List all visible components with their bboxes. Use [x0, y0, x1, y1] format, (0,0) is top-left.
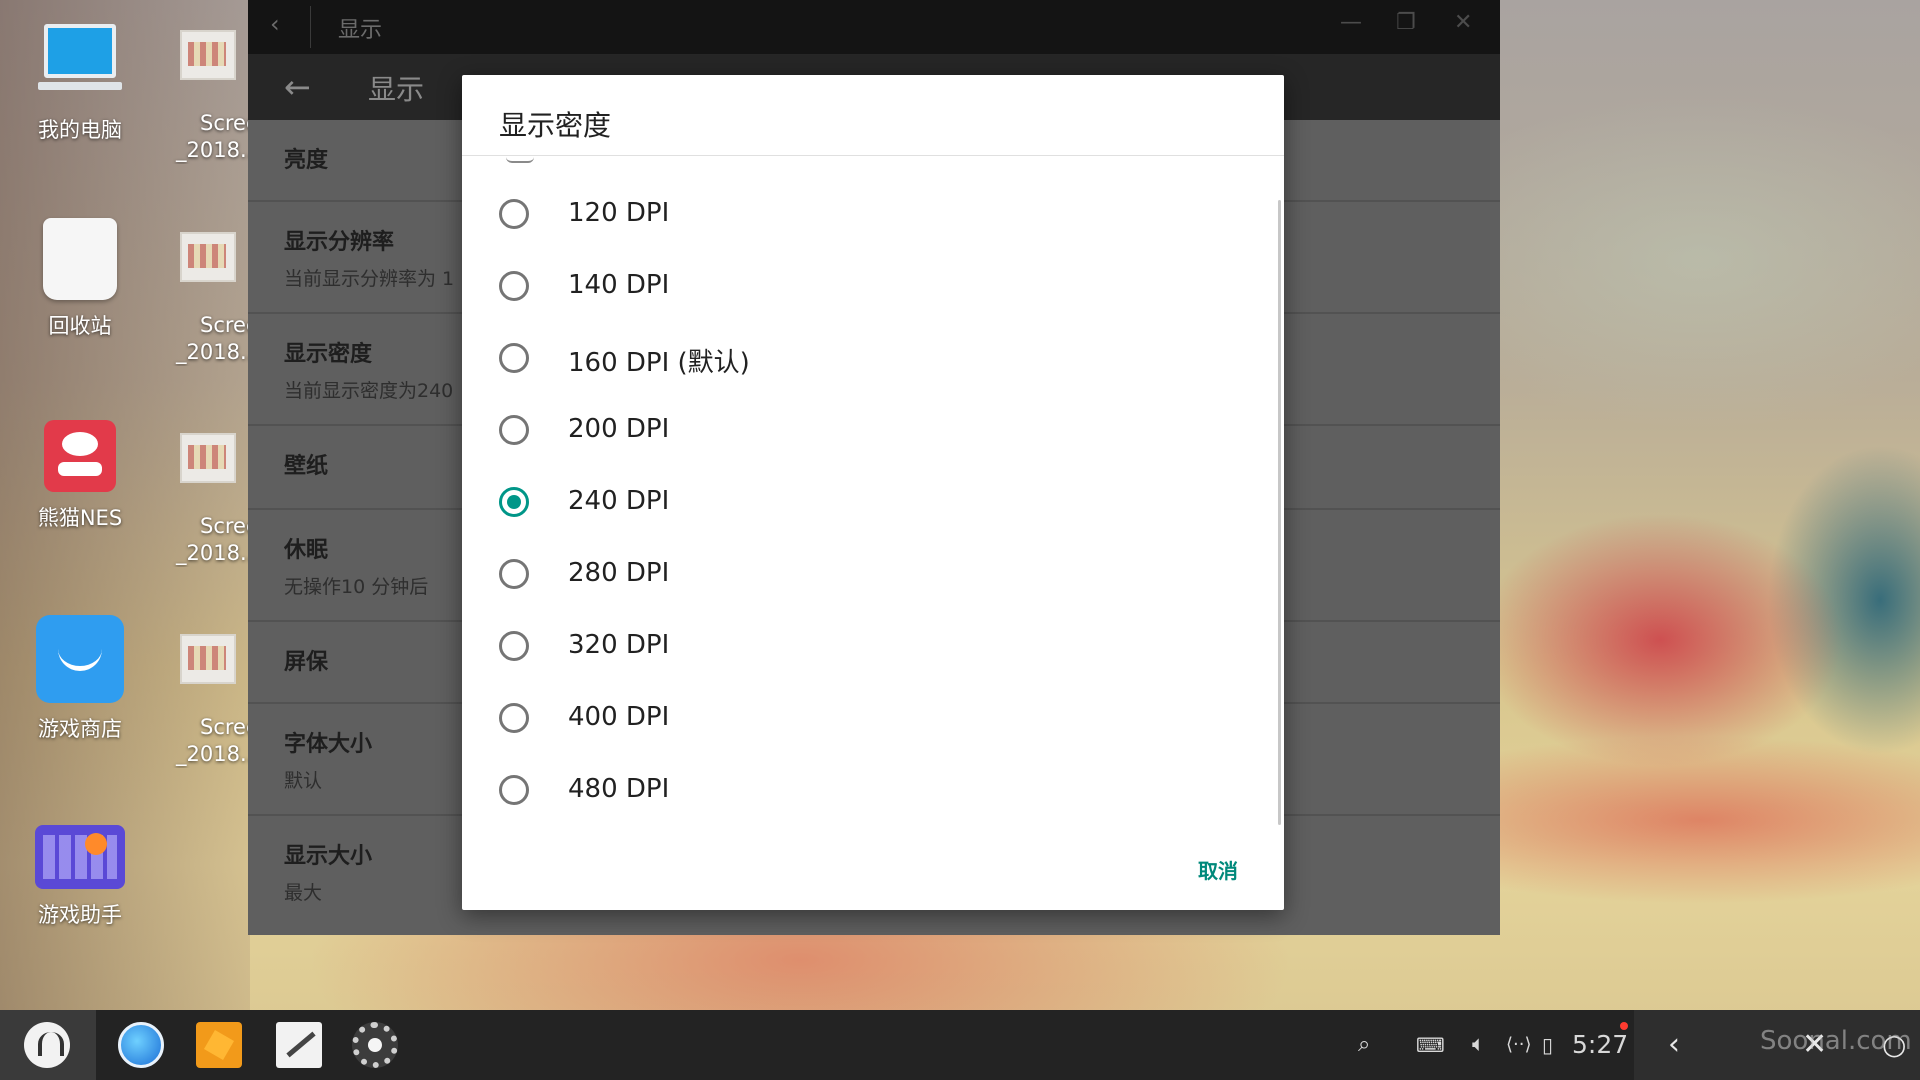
option-label: 240 DPI [568, 486, 670, 516]
density-option-140[interactable]: 140 DPI [499, 256, 1199, 316]
battery-icon[interactable]: ▯ [1542, 1010, 1553, 1080]
dialog-title: 显示密度 [499, 109, 612, 142]
scrolled-item-edge [506, 157, 534, 163]
back-arrow-icon[interactable]: ← [284, 68, 311, 106]
keyboard-icon [35, 825, 125, 889]
browser-icon[interactable] [118, 1022, 164, 1068]
radio-button[interactable] [499, 775, 529, 805]
screenshot-thumbnail [180, 30, 236, 80]
files-icon-shape [203, 1029, 235, 1061]
density-option-200[interactable]: 200 DPI [499, 400, 1199, 460]
desktop-icon-label: 游戏商店 [38, 717, 122, 741]
gear-center [368, 1038, 382, 1052]
option-label: 280 DPI [568, 558, 670, 588]
back-nav-icon[interactable]: ‹ [1668, 1010, 1680, 1080]
option-label: 120 DPI [568, 198, 670, 228]
screenshot-thumbnail [180, 433, 236, 483]
keyboard-status-icon[interactable]: ⌨ [1416, 1010, 1445, 1080]
dialog-divider [462, 155, 1284, 156]
desktop-icon-label: 我的电脑 [38, 118, 122, 142]
volume-icon[interactable]: 🔈︎ [1472, 1010, 1485, 1080]
radio-button[interactable] [499, 559, 529, 589]
option-label: 480 DPI [568, 774, 670, 804]
desktop-icon-screenshot[interactable]: Screer _2018.. [140, 30, 260, 164]
radio-button[interactable] [499, 199, 529, 229]
minimize-icon[interactable]: — [1340, 10, 1362, 35]
taskbar: ⌕ ⌨ 🔈︎ ⟨··⟩ ▯ 5:27 ‹ ✕ ○ [0, 1010, 1920, 1080]
radio-button[interactable] [499, 343, 529, 373]
watermark-text: Soonal.com [1760, 1026, 1912, 1056]
pen-icon-shape [286, 1031, 316, 1058]
desktop-icon-label: 回收站 [48, 314, 112, 338]
screenshot-label-line1: Screer [200, 313, 260, 337]
maximize-icon[interactable]: ❐ [1396, 10, 1416, 35]
notes-icon[interactable] [276, 1022, 322, 1068]
screenshot-label-line2: _2018.. [176, 541, 254, 565]
screenshot-label-line2: _2018.. [176, 138, 254, 162]
app-bar-title: 显示 [368, 73, 425, 106]
search-icon[interactable]: ⌕ [1358, 1010, 1370, 1080]
close-icon[interactable]: ✕ [1454, 10, 1472, 35]
density-option-120[interactable]: 120 DPI [499, 184, 1199, 244]
option-label: 200 DPI [568, 414, 670, 444]
screenshot-thumbnail [180, 634, 236, 684]
density-option-400[interactable]: 400 DPI [499, 688, 1199, 748]
desktop-icon-panda-nes[interactable]: 熊猫NES [0, 420, 160, 532]
density-option-160[interactable]: 160 DPI (默认) [499, 328, 1199, 388]
radio-button[interactable] [499, 703, 529, 733]
screenshot-label-line1: Screer [200, 715, 260, 739]
notification-dot [1620, 1022, 1628, 1030]
dialog-scrollbar[interactable] [1278, 200, 1281, 825]
start-button[interactable] [0, 1010, 96, 1080]
window-title: 显示 [338, 18, 383, 43]
option-label: 400 DPI [568, 702, 670, 732]
option-label: 160 DPI (默认) [568, 348, 750, 378]
option-label: 140 DPI [568, 270, 670, 300]
screenshot-label-line2: _2018.. [176, 742, 254, 766]
radio-button[interactable] [499, 631, 529, 661]
radio-button[interactable] [499, 415, 529, 445]
screenshot-label-line1: Screer [200, 514, 260, 538]
screenshot-label-line1: Screer [200, 111, 260, 135]
titlebar-separator [310, 6, 311, 48]
desktop-icon-screenshot[interactable]: Screer _2018.. [140, 433, 260, 567]
clock-time[interactable]: 5:27 [1572, 1010, 1628, 1080]
network-icon[interactable]: ⟨··⟩ [1506, 1010, 1532, 1080]
screenshot-thumbnail [180, 232, 236, 282]
desktop-icon-label: 熊猫NES [37, 506, 123, 530]
option-label: 320 DPI [568, 630, 670, 660]
desktop-icon-screenshot[interactable]: Screer _2018.. [140, 232, 260, 366]
settings-icon[interactable] [352, 1022, 398, 1068]
display-density-dialog: 显示密度 120 DPI 140 DPI 160 DPI (默认) 200 DP… [462, 75, 1284, 910]
files-icon[interactable] [196, 1022, 242, 1068]
cancel-button[interactable]: 取消 [1198, 855, 1238, 884]
radio-button-selected[interactable] [499, 487, 529, 517]
desktop-icon-game-assistant[interactable]: 游戏助手 [0, 825, 160, 929]
desktop-icon-recycle-bin[interactable]: 回收站 [0, 218, 160, 340]
density-option-280[interactable]: 280 DPI [499, 544, 1199, 604]
desktop-icon-game-store[interactable]: 游戏商店 [0, 615, 160, 743]
titlebar-back-icon[interactable]: ‹ [270, 10, 280, 38]
shopping-bag-icon [36, 615, 124, 703]
window-titlebar: ‹ 显示 — ❐ ✕ [248, 0, 1500, 54]
desktop-icon-my-computer[interactable]: 我的电脑 [0, 20, 160, 144]
trash-bin-icon [43, 218, 117, 300]
desktop-icon-label: 游戏助手 [38, 903, 122, 927]
laptop-icon [38, 20, 122, 104]
density-option-320[interactable]: 320 DPI [499, 616, 1199, 676]
radio-button[interactable] [499, 271, 529, 301]
phoenix-logo-icon [24, 1022, 70, 1068]
desktop-icon-screenshot[interactable]: Screer _2018.. [140, 634, 260, 768]
screenshot-label-line2: _2018.. [176, 340, 254, 364]
density-option-480[interactable]: 480 DPI [499, 760, 1199, 820]
panda-gamepad-icon [44, 420, 116, 492]
density-option-240[interactable]: 240 DPI [499, 472, 1199, 532]
